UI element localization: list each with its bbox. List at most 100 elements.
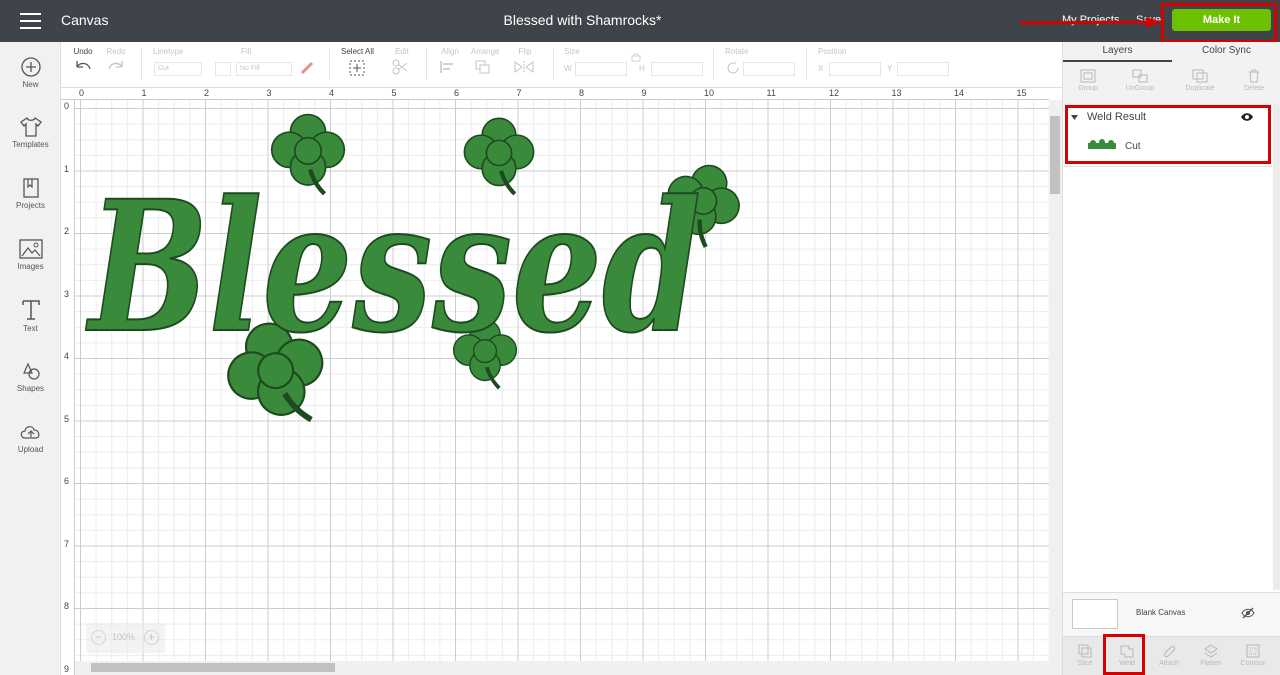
nav-images-label: Images <box>17 262 44 271</box>
nav-projects[interactable]: Projects <box>0 177 61 210</box>
duplicate-button[interactable]: Duplicate <box>1175 68 1225 92</box>
undo-label: Undo <box>73 47 93 56</box>
delete-label: Delete <box>1243 85 1265 92</box>
layers-list: Weld Result Cut <box>1063 104 1280 592</box>
redo-icon <box>108 61 123 70</box>
undo-icon <box>76 61 91 70</box>
left-sidebar: New Templates Projects Images Text Shape… <box>0 42 61 675</box>
ruler-v-number: 1 <box>64 163 70 174</box>
upload-icon <box>20 426 39 439</box>
canvas-horizontal-scroll-thumb[interactable] <box>91 663 335 672</box>
ruler-v-number: 4 <box>64 351 70 361</box>
flatten-button[interactable]: Flatten <box>1191 643 1231 667</box>
fill-color-icon[interactable] <box>299 60 315 76</box>
ruler-h-number: 6 <box>454 88 460 98</box>
plus-circle-icon <box>20 57 41 77</box>
blank-canvas-swatch[interactable] <box>1072 599 1118 629</box>
contour-button[interactable]: Contour <box>1233 643 1273 667</box>
edit-button[interactable]: Edit <box>391 47 413 77</box>
ruler-h-number: 4 <box>329 88 335 98</box>
tab-color-sync[interactable]: Color Sync <box>1172 42 1280 62</box>
ruler-h-number: 9 <box>641 88 647 98</box>
nav-templates-label: Templates <box>12 140 49 149</box>
position-y-input[interactable] <box>897 62 949 76</box>
blank-canvas-row[interactable]: Blank Canvas <box>1063 592 1280 636</box>
nav-upload[interactable]: Upload <box>0 421 61 454</box>
ruler-h-number: 8 <box>579 88 585 98</box>
ungroup-button[interactable]: UnGroup <box>1115 68 1165 92</box>
position-control: Position <box>818 47 846 59</box>
ungroup-icon <box>1132 69 1148 83</box>
undo-button[interactable]: Undo <box>73 47 93 77</box>
select-all-label: Select All <box>341 47 374 56</box>
nav-new-label: New <box>22 80 39 89</box>
flip-label: Flip <box>518 47 532 56</box>
position-x-input[interactable] <box>829 62 881 76</box>
nav-text[interactable]: Text <box>0 298 61 333</box>
nav-shapes-label: Shapes <box>16 384 45 393</box>
tab-layers[interactable]: Layers <box>1063 42 1172 62</box>
ruler-h-number: 12 <box>829 88 840 98</box>
duplicate-label: Duplicate <box>1185 85 1215 92</box>
zoom-out-button[interactable]: − <box>91 630 106 645</box>
image-icon <box>18 239 43 259</box>
trash-icon <box>1249 69 1259 83</box>
ruler-v-number: 5 <box>64 413 70 424</box>
zoom-level: 100% <box>112 632 136 642</box>
nav-projects-label: Projects <box>16 201 45 210</box>
paperclip-icon <box>1163 645 1176 658</box>
flip-button[interactable]: Flip <box>513 47 537 77</box>
select-all-button[interactable]: Select All <box>341 47 374 79</box>
flip-icon <box>514 61 534 73</box>
flatten-icon <box>1204 644 1218 658</box>
blessed-shamrocks-design[interactable]: Blessed <box>75 100 1049 661</box>
slice-button[interactable]: Slice <box>1065 643 1105 667</box>
contour-label: Contour <box>1240 660 1266 667</box>
nav-shapes[interactable]: Shapes <box>0 360 61 393</box>
ruler-h-number: 15 <box>1016 88 1027 98</box>
nav-new[interactable]: New <box>0 56 61 89</box>
zoom-in-button[interactable]: + <box>144 630 159 645</box>
make-it-button[interactable]: Make It <box>1172 9 1271 31</box>
align-icon <box>440 61 453 73</box>
position-label: Position <box>818 47 847 56</box>
fill-select[interactable]: No Fill <box>236 62 292 76</box>
blessed-script-text: Blessed <box>85 162 701 373</box>
linetype-label: Linetype <box>153 47 184 56</box>
linetype-control: Linetype <box>153 47 183 59</box>
align-button[interactable]: Align <box>439 47 461 77</box>
attach-label: Attach <box>1159 660 1179 667</box>
document-title[interactable]: Blessed with Shamrocks* <box>0 12 1165 28</box>
nav-images[interactable]: Images <box>0 238 61 271</box>
redo-button[interactable]: Redo <box>106 47 126 77</box>
rotate-control: Rotate <box>725 47 749 59</box>
slice-label: Slice <box>1077 660 1093 667</box>
height-input[interactable] <box>651 62 703 76</box>
size-label: Size <box>564 47 580 56</box>
linetype-select[interactable]: Cut <box>154 62 202 76</box>
position-x-label: X <box>818 64 824 73</box>
contour-icon <box>1246 644 1260 658</box>
ruler-h-number: 14 <box>954 88 965 98</box>
arrange-button[interactable]: Arrange <box>471 47 499 77</box>
nav-upload-label: Upload <box>17 445 44 454</box>
canvas-vertical-scroll-thumb[interactable] <box>1050 116 1060 194</box>
rotate-input[interactable] <box>743 62 795 76</box>
lock-icon[interactable] <box>630 52 642 62</box>
delete-button[interactable]: Delete <box>1229 68 1279 92</box>
nav-templates[interactable]: Templates <box>0 116 61 149</box>
slice-icon <box>1078 644 1092 658</box>
layers-scrollbar[interactable] <box>1273 104 1280 590</box>
rotate-icon <box>727 62 739 74</box>
group-button[interactable]: Group <box>1063 68 1113 92</box>
weld-highlight <box>1103 634 1145 675</box>
ruler-v-number: 2 <box>64 226 70 236</box>
size-h-label: H <box>639 64 645 73</box>
design-canvas[interactable]: Blessed <box>75 100 1049 661</box>
width-input[interactable] <box>575 62 627 76</box>
ruler-h-number: 3 <box>266 88 272 98</box>
attach-button[interactable]: Attach <box>1149 643 1189 667</box>
scissors-icon <box>392 59 408 75</box>
eye-hidden-icon[interactable] <box>1241 607 1255 619</box>
select-all-icon <box>349 60 365 76</box>
